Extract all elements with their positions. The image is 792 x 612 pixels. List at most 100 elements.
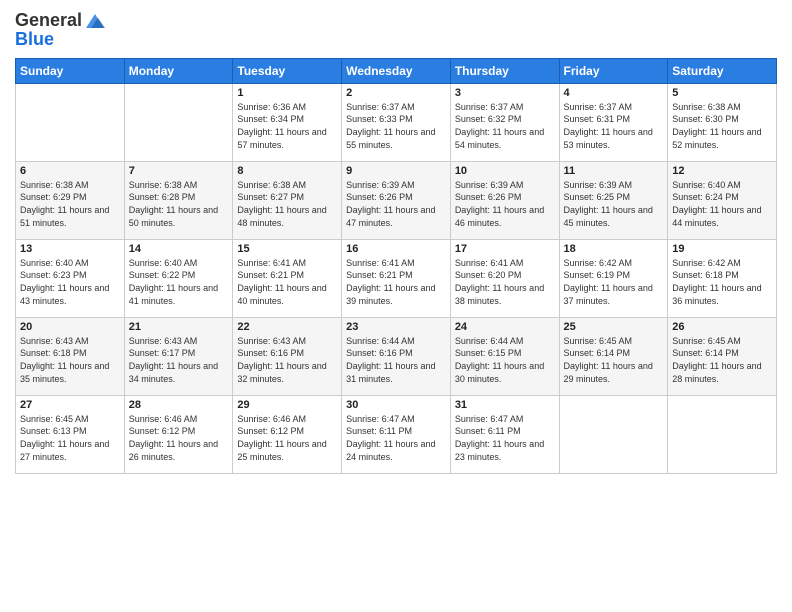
day-info: Sunrise: 6:40 AM Sunset: 6:22 PM Dayligh… <box>129 257 229 307</box>
calendar-cell: 31Sunrise: 6:47 AM Sunset: 6:11 PM Dayli… <box>450 395 559 473</box>
day-number: 16 <box>346 243 446 255</box>
calendar-week-row: 13Sunrise: 6:40 AM Sunset: 6:23 PM Dayli… <box>16 239 777 317</box>
calendar-cell: 4 Sunrise: 6:37 AM Sunset: 6:31 PM Daylig… <box>559 83 668 161</box>
calendar-cell: 18 Sunrise: 6:42 AM Sunset: 6:19 PM Dayli… <box>559 239 668 317</box>
day-number: 5 <box>672 87 772 99</box>
day-number: 10 <box>455 165 555 177</box>
day-number: 19 <box>672 243 772 255</box>
day-info: Sunrise: 6:37 AM Sunset: 6:31 PM Dayligh… <box>564 101 664 151</box>
page: General Blue SundayMondayTuesdayWednesda… <box>0 0 792 612</box>
calendar-weekday: Thursday <box>450 58 559 83</box>
calendar-cell: 3 Sunrise: 6:37 AM Sunset: 6:32 PM Daylig… <box>450 83 559 161</box>
calendar-cell: 14 Sunrise: 6:40 AM Sunset: 6:22 PM Dayli… <box>124 239 233 317</box>
day-info: Sunrise: 6:45 AM Sunset: 6:13 PM Dayligh… <box>20 413 120 463</box>
calendar-cell: 17 Sunrise: 6:41 AM Sunset: 6:20 PM Dayli… <box>450 239 559 317</box>
day-number: 30 <box>346 399 446 411</box>
calendar-cell: 22 Sunrise: 6:43 AM Sunset: 6:16 PM Dayli… <box>233 317 342 395</box>
calendar-week-row: 20 Sunrise: 6:43 AM Sunset: 6:18 PM Dayli… <box>16 317 777 395</box>
day-number: 14 <box>129 243 229 255</box>
calendar-week-row: 1 Sunrise: 6:36 AM Sunset: 6:34 PM Daylig… <box>16 83 777 161</box>
calendar-cell <box>668 395 777 473</box>
calendar-week-row: 6 Sunrise: 6:38 AM Sunset: 6:29 PM Daylig… <box>16 161 777 239</box>
calendar-header-row: SundayMondayTuesdayWednesdayThursdayFrid… <box>16 58 777 83</box>
day-info: Sunrise: 6:38 AM Sunset: 6:29 PM Dayligh… <box>20 179 120 229</box>
day-info: Sunrise: 6:40 AM Sunset: 6:24 PM Dayligh… <box>672 179 772 229</box>
day-info: Sunrise: 6:38 AM Sunset: 6:30 PM Dayligh… <box>672 101 772 151</box>
day-info: Sunrise: 6:42 AM Sunset: 6:19 PM Dayligh… <box>564 257 664 307</box>
calendar-cell: 15 Sunrise: 6:41 AM Sunset: 6:21 PM Dayli… <box>233 239 342 317</box>
day-number: 12 <box>672 165 772 177</box>
calendar-cell: 9 Sunrise: 6:39 AM Sunset: 6:26 PM Daylig… <box>342 161 451 239</box>
day-info: Sunrise: 6:46 AM Sunset: 6:12 PM Dayligh… <box>237 413 337 463</box>
calendar-weekday: Monday <box>124 58 233 83</box>
logo: General Blue <box>15 10 106 50</box>
day-info: Sunrise: 6:42 AM Sunset: 6:18 PM Dayligh… <box>672 257 772 307</box>
day-number: 6 <box>20 165 120 177</box>
day-info: Sunrise: 6:39 AM Sunset: 6:26 PM Dayligh… <box>346 179 446 229</box>
day-number: 9 <box>346 165 446 177</box>
calendar-weekday: Saturday <box>668 58 777 83</box>
calendar-cell: 1 Sunrise: 6:36 AM Sunset: 6:34 PM Daylig… <box>233 83 342 161</box>
day-info: Sunrise: 6:37 AM Sunset: 6:32 PM Dayligh… <box>455 101 555 151</box>
calendar-cell: 23 Sunrise: 6:44 AM Sunset: 6:16 PM Dayli… <box>342 317 451 395</box>
calendar-cell: 30 Sunrise: 6:47 AM Sunset: 6:11 PM Dayli… <box>342 395 451 473</box>
day-number: 28 <box>129 399 229 411</box>
logo-blue: Blue <box>15 30 54 50</box>
day-number: 25 <box>564 321 664 333</box>
day-number: 1 <box>237 87 337 99</box>
calendar-cell: 20 Sunrise: 6:43 AM Sunset: 6:18 PM Dayli… <box>16 317 125 395</box>
day-info: Sunrise: 6:47 AM Sunset: 6:11 PM Dayligh… <box>455 413 555 463</box>
day-info: Sunrise: 6:38 AM Sunset: 6:27 PM Dayligh… <box>237 179 337 229</box>
day-info: Sunrise: 6:39 AM Sunset: 6:25 PM Dayligh… <box>564 179 664 229</box>
calendar-cell: 19 Sunrise: 6:42 AM Sunset: 6:18 PM Dayli… <box>668 239 777 317</box>
day-info: Sunrise: 6:41 AM Sunset: 6:21 PM Dayligh… <box>237 257 337 307</box>
day-info: Sunrise: 6:43 AM Sunset: 6:17 PM Dayligh… <box>129 335 229 385</box>
calendar-cell <box>124 83 233 161</box>
day-number: 22 <box>237 321 337 333</box>
day-number: 29 <box>237 399 337 411</box>
day-number: 15 <box>237 243 337 255</box>
day-info: Sunrise: 6:37 AM Sunset: 6:33 PM Dayligh… <box>346 101 446 151</box>
calendar-week-row: 27 Sunrise: 6:45 AM Sunset: 6:13 PM Dayli… <box>16 395 777 473</box>
calendar-cell: 10 Sunrise: 6:39 AM Sunset: 6:26 PM Dayli… <box>450 161 559 239</box>
day-info: Sunrise: 6:44 AM Sunset: 6:16 PM Dayligh… <box>346 335 446 385</box>
calendar-cell: 25 Sunrise: 6:45 AM Sunset: 6:14 PM Dayli… <box>559 317 668 395</box>
day-info: Sunrise: 6:38 AM Sunset: 6:28 PM Dayligh… <box>129 179 229 229</box>
calendar-cell: 8 Sunrise: 6:38 AM Sunset: 6:27 PM Daylig… <box>233 161 342 239</box>
day-info: Sunrise: 6:44 AM Sunset: 6:15 PM Dayligh… <box>455 335 555 385</box>
day-number: 7 <box>129 165 229 177</box>
day-number: 4 <box>564 87 664 99</box>
day-info: Sunrise: 6:45 AM Sunset: 6:14 PM Dayligh… <box>564 335 664 385</box>
day-info: Sunrise: 6:46 AM Sunset: 6:12 PM Dayligh… <box>129 413 229 463</box>
day-number: 26 <box>672 321 772 333</box>
day-number: 27 <box>20 399 120 411</box>
day-number: 20 <box>20 321 120 333</box>
day-number: 2 <box>346 87 446 99</box>
day-info: Sunrise: 6:41 AM Sunset: 6:20 PM Dayligh… <box>455 257 555 307</box>
day-number: 8 <box>237 165 337 177</box>
day-number: 13 <box>20 243 120 255</box>
day-info: Sunrise: 6:43 AM Sunset: 6:18 PM Dayligh… <box>20 335 120 385</box>
day-number: 3 <box>455 87 555 99</box>
day-info: Sunrise: 6:39 AM Sunset: 6:26 PM Dayligh… <box>455 179 555 229</box>
day-number: 23 <box>346 321 446 333</box>
calendar-cell: 5 Sunrise: 6:38 AM Sunset: 6:30 PM Daylig… <box>668 83 777 161</box>
logo-general: General <box>15 11 82 31</box>
day-number: 18 <box>564 243 664 255</box>
calendar-cell: 2 Sunrise: 6:37 AM Sunset: 6:33 PM Daylig… <box>342 83 451 161</box>
day-number: 11 <box>564 165 664 177</box>
day-info: Sunrise: 6:47 AM Sunset: 6:11 PM Dayligh… <box>346 413 446 463</box>
day-number: 17 <box>455 243 555 255</box>
calendar-cell: 26 Sunrise: 6:45 AM Sunset: 6:14 PM Dayli… <box>668 317 777 395</box>
day-info: Sunrise: 6:36 AM Sunset: 6:34 PM Dayligh… <box>237 101 337 151</box>
logo-icon <box>84 10 106 32</box>
day-number: 21 <box>129 321 229 333</box>
calendar-cell: 7 Sunrise: 6:38 AM Sunset: 6:28 PM Daylig… <box>124 161 233 239</box>
calendar-cell: 24Sunrise: 6:44 AM Sunset: 6:15 PM Dayli… <box>450 317 559 395</box>
calendar-table: SundayMondayTuesdayWednesdayThursdayFrid… <box>15 58 777 474</box>
day-info: Sunrise: 6:45 AM Sunset: 6:14 PM Dayligh… <box>672 335 772 385</box>
day-info: Sunrise: 6:43 AM Sunset: 6:16 PM Dayligh… <box>237 335 337 385</box>
calendar-weekday: Wednesday <box>342 58 451 83</box>
calendar-weekday: Friday <box>559 58 668 83</box>
calendar-cell: 6 Sunrise: 6:38 AM Sunset: 6:29 PM Daylig… <box>16 161 125 239</box>
